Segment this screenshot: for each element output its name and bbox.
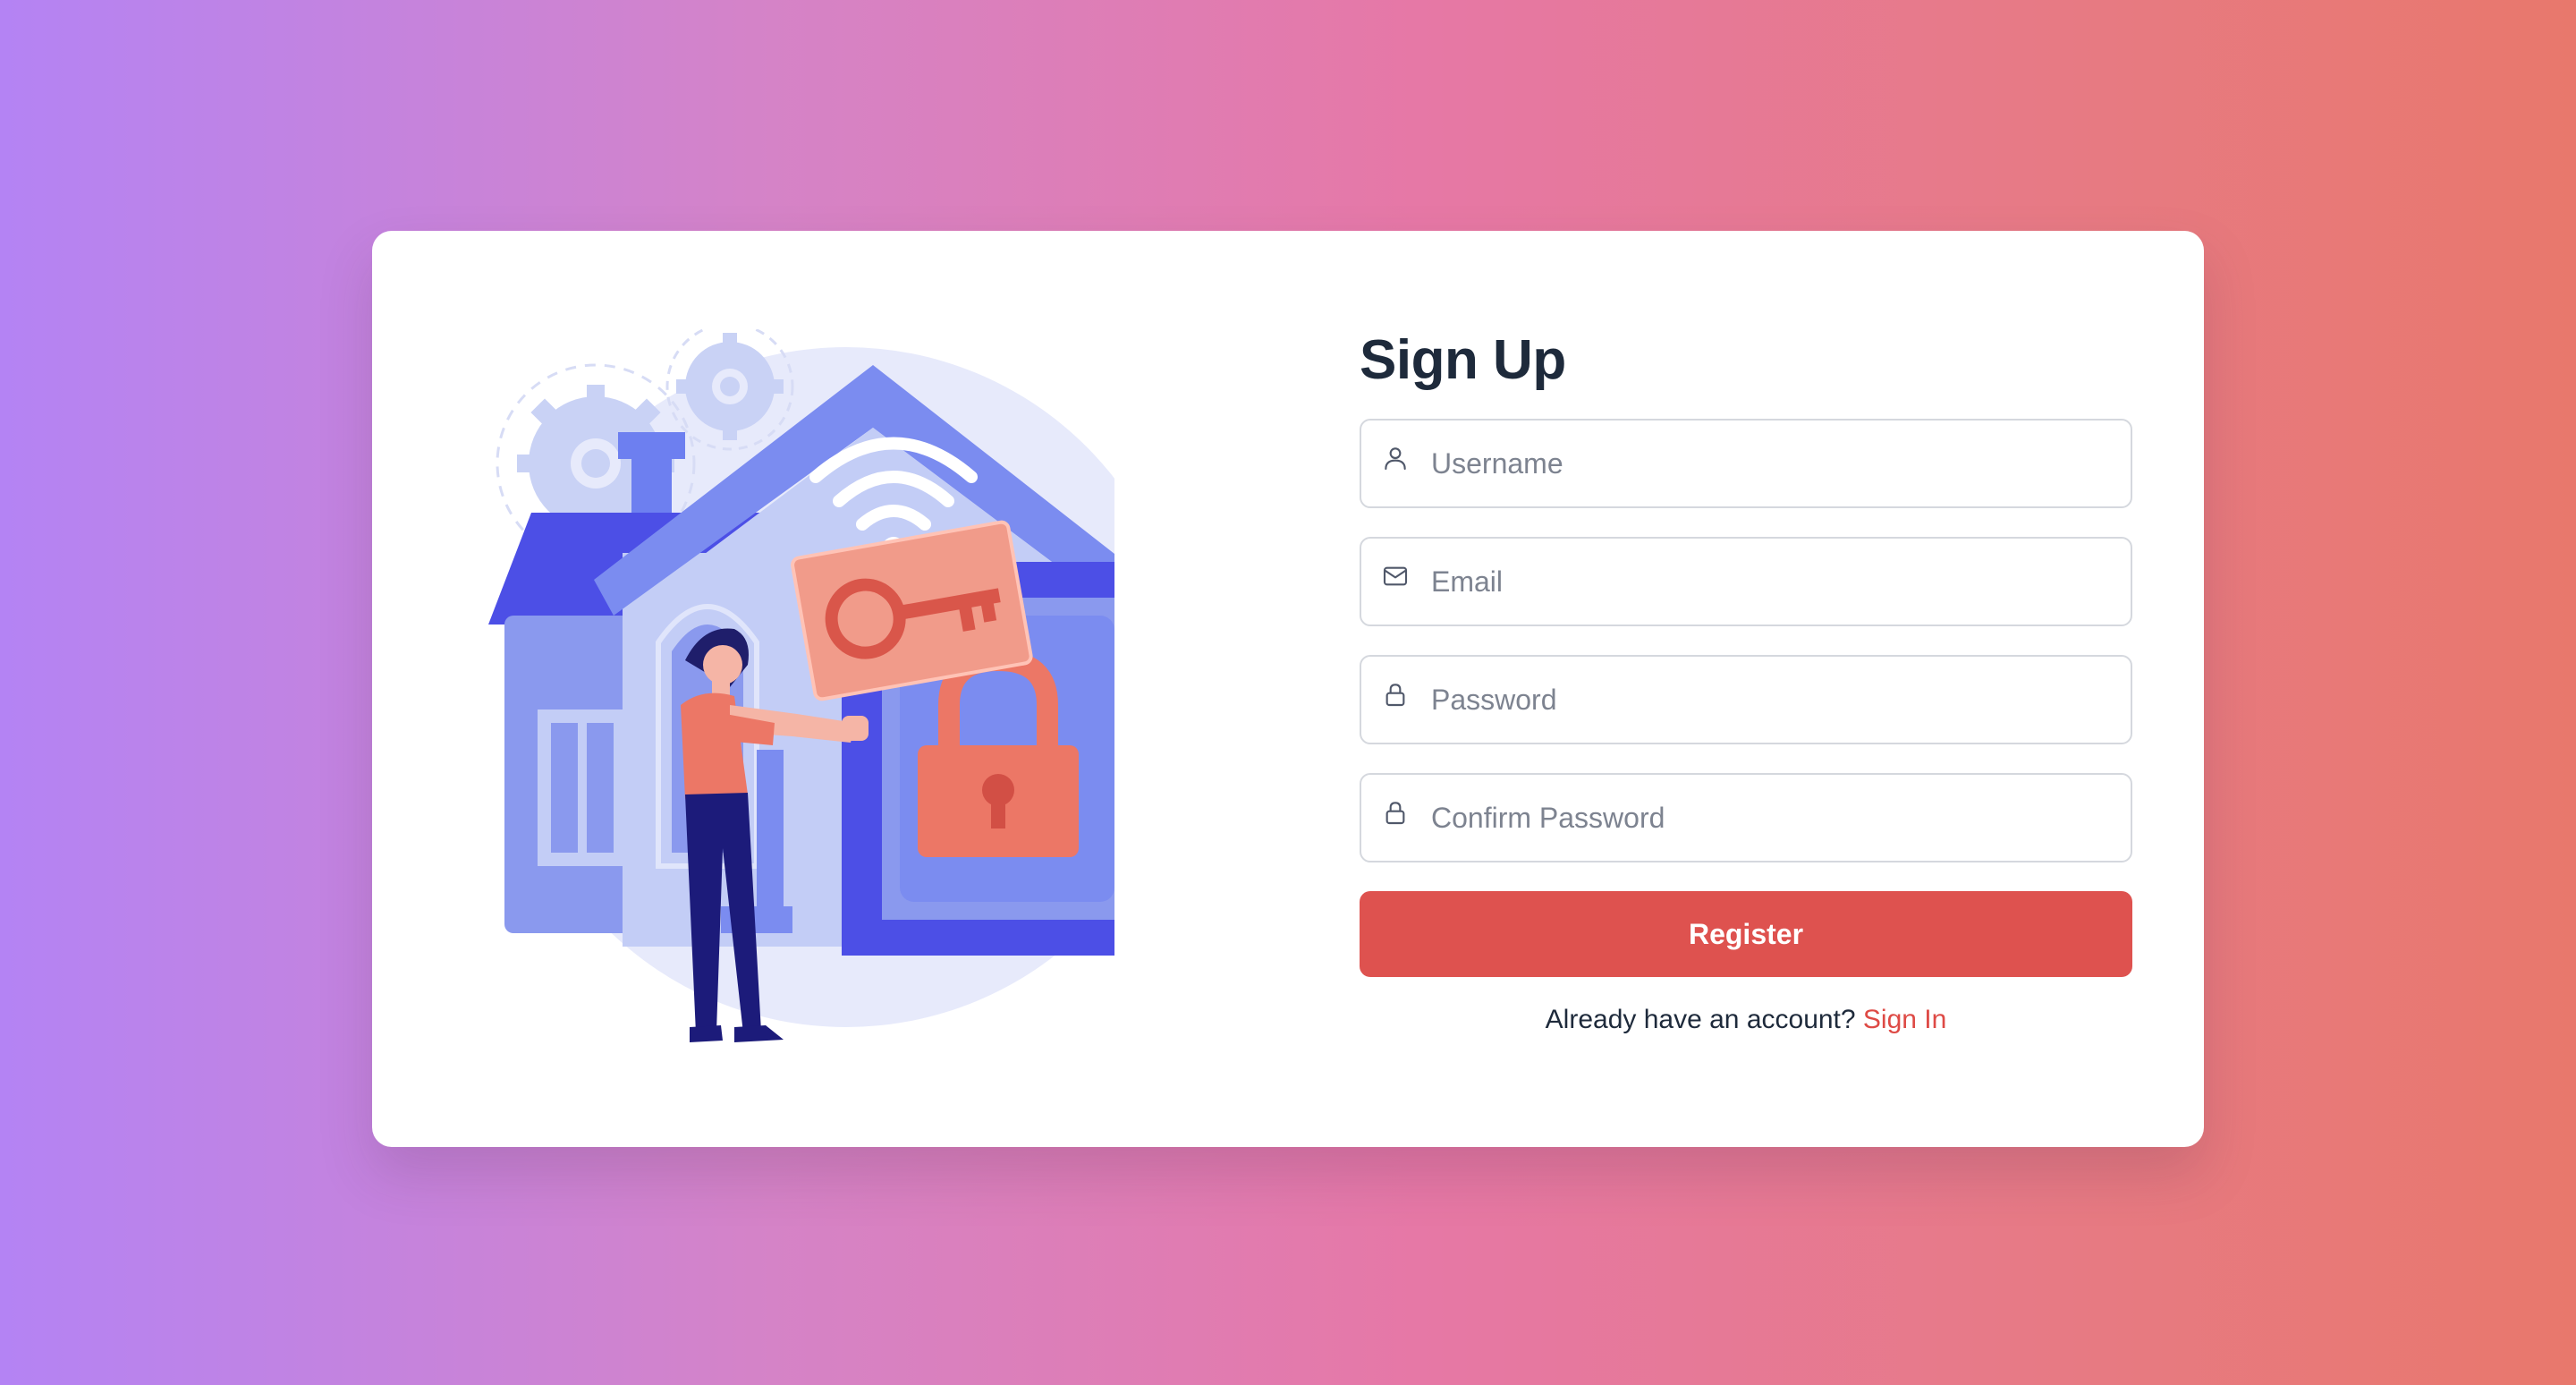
- email-input[interactable]: [1431, 539, 2111, 625]
- lock-icon: [1381, 798, 1410, 827]
- password-input[interactable]: [1431, 657, 2111, 743]
- confirm-password-field[interactable]: [1360, 773, 2132, 862]
- password-field[interactable]: [1360, 655, 2132, 744]
- signup-form: Sign Up Username Email Register Already …: [1360, 302, 2132, 1038]
- username-field[interactable]: [1360, 419, 2132, 508]
- signup-card: Sign Up Username Email Register Already …: [372, 231, 2204, 1147]
- register-button[interactable]: Register: [1360, 891, 2132, 977]
- confirm-password-input[interactable]: [1431, 775, 2111, 861]
- mail-icon: [1381, 562, 1410, 591]
- signin-prompt: Already have an account? Sign In: [1360, 1002, 2132, 1038]
- lock-icon: [1381, 680, 1410, 709]
- signin-prompt-text: Already have an account?: [1545, 1005, 1856, 1034]
- smart-home-security-illustration: [488, 329, 1114, 1045]
- username-input[interactable]: [1431, 421, 2111, 506]
- page-title: Sign Up: [1360, 329, 1566, 391]
- email-field[interactable]: [1360, 537, 2132, 626]
- signin-link[interactable]: Sign In: [1863, 1005, 1946, 1034]
- user-icon: [1381, 444, 1410, 472]
